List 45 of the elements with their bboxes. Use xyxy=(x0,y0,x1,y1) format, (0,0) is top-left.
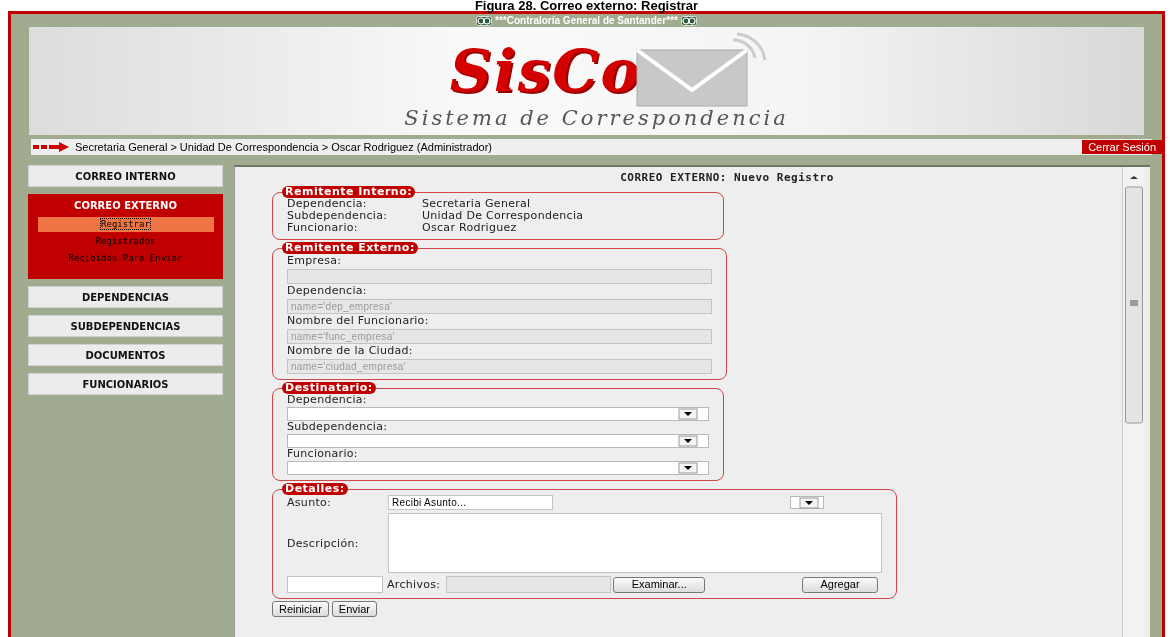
field-label: Subdependencia: xyxy=(287,421,389,433)
field-label: Funcionario: xyxy=(287,448,359,460)
field-value: Oscar Rodriguez xyxy=(422,222,518,234)
menu-button[interactable]: FUNCIONARIOS xyxy=(28,373,223,395)
field-label: Dependencia: xyxy=(287,198,368,210)
field-label: Descripción: xyxy=(287,536,360,550)
breadcrumb: Secretaria General > Unidad De Correspondencia > Oscar Rodriguez (Administrador) xyxy=(75,141,493,153)
field-label: Nombre de la Ciudad: xyxy=(287,345,414,357)
menu-button[interactable]: DEPENDENCIAS xyxy=(28,286,223,308)
menu-group-title[interactable]: CORREO EXTERNO xyxy=(74,200,177,211)
menu-button[interactable]: DOCUMENTOS xyxy=(28,344,223,366)
logo-text: SisCo xyxy=(449,40,642,102)
section-legend: Remitente Externo: xyxy=(282,242,418,254)
section-legend: Remitente Interno: xyxy=(282,186,416,198)
section-legend: Destinatario: xyxy=(282,382,376,394)
emblem-icon xyxy=(476,15,493,26)
menu-button[interactable]: SUBDEPENDENCIAS xyxy=(28,315,223,337)
form-title: CORREO EXTERNO: Nuevo Registro xyxy=(619,171,835,184)
add-button[interactable]: Agregar xyxy=(802,576,878,593)
browse-button[interactable]: Examinar... xyxy=(613,576,706,593)
field-label: Archivos: xyxy=(387,578,441,591)
field-label: Asunto: xyxy=(287,496,333,509)
field-value: Unidad De Correspondencia xyxy=(422,210,585,222)
logout-button[interactable]: Cerrar Sesión xyxy=(1082,140,1162,154)
field-value: Secretaria General xyxy=(422,198,532,210)
submenu-item[interactable]: Registrar xyxy=(37,217,214,232)
field-label: Subdependencia: xyxy=(287,210,389,222)
file-field[interactable] xyxy=(446,576,612,593)
input-field[interactable] xyxy=(287,576,383,593)
input-field[interactable]: Recibi Asunto... xyxy=(388,495,553,510)
field-label: Empresa: xyxy=(287,255,343,267)
field-label: Nombre del Funcionario: xyxy=(287,315,430,327)
form-button[interactable]: Reiniciar xyxy=(272,601,329,617)
section-legend: Detalles: xyxy=(282,483,348,495)
menu-button[interactable]: CORREO INTERNO xyxy=(28,165,223,187)
field-label: Dependencia: xyxy=(287,394,368,406)
dropdown[interactable] xyxy=(790,496,824,509)
field-label: Dependencia: xyxy=(287,285,368,297)
header-title: ***Contraloría General de Santander*** xyxy=(495,15,678,26)
figure-caption: Figura 28. Correo externo: Registrar xyxy=(474,0,699,13)
field-label: Funcionario: xyxy=(287,222,359,234)
emblem-icon xyxy=(680,15,697,26)
form-button[interactable]: Enviar xyxy=(331,601,377,617)
logo-subtitle: Sistema de Correspondencia xyxy=(404,106,789,130)
arrow-icon xyxy=(31,142,71,152)
